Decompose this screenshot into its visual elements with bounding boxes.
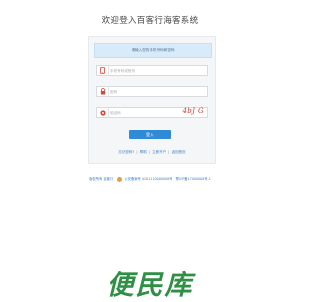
police-badge-icon (117, 176, 123, 182)
police-record-link[interactable]: 公安备案号 4201110000000号 (124, 177, 172, 181)
forgot-password-link[interactable]: 忘记密码? (118, 150, 134, 154)
login-button[interactable]: 登入 (129, 130, 171, 139)
lock-icon (97, 87, 109, 96)
captcha-field[interactable]: 4bJ G (96, 107, 208, 118)
watermark-logo: 便民库 (106, 270, 194, 301)
footer-links: 忘记密码? | 帮助 | 立即开户 | 返回首页 (89, 150, 215, 155)
login-panel: 请输入您的手机号码和密码 4bJ G 登入 忘记密码? | 帮助 | 立即开户 … (88, 36, 216, 164)
link-separator: | (136, 150, 138, 154)
help-link[interactable]: 帮助 (140, 150, 147, 154)
home-link[interactable]: 返回首页 (172, 150, 186, 154)
copyright-text: 版权所有 百客行 (89, 177, 114, 181)
captcha-input[interactable] (110, 109, 166, 116)
phone-icon (97, 66, 109, 75)
password-input[interactable] (110, 88, 166, 95)
site-footer: 版权所有 百客行 公安备案号 4201110000000号 鄂ICP备17000… (0, 176, 300, 182)
phone-field[interactable] (96, 65, 208, 76)
password-field[interactable] (96, 86, 208, 97)
phone-input[interactable] (110, 67, 166, 74)
register-link[interactable]: 立即开户 (152, 150, 166, 154)
notice-banner: 请输入您的手机号码和密码 (94, 43, 212, 58)
link-separator: | (168, 150, 170, 154)
page-title: 欢迎登入百客行海客系统 (101, 16, 199, 26)
icp-record-link[interactable]: 鄂ICP备17000000号-1 (176, 177, 211, 181)
captcha-image[interactable]: 4bJ G (182, 107, 204, 115)
link-separator: | (148, 150, 151, 154)
captcha-icon (97, 108, 109, 117)
